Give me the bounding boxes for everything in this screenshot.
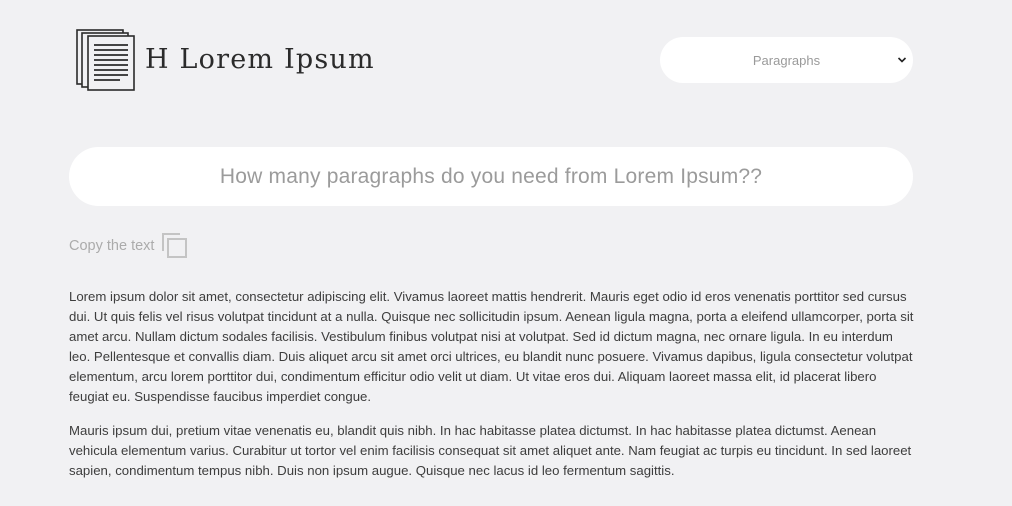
- copy-icon[interactable]: [161, 232, 188, 259]
- brand[interactable]: H Lorem Ipsum: [76, 29, 375, 91]
- paragraphs-select[interactable]: Paragraphs: [660, 37, 913, 83]
- chevron-down-icon: [897, 57, 907, 63]
- paragraph: Mauris ipsum dui, pretium vitae venenati…: [69, 423, 912, 478]
- brand-title: H Lorem Ipsum: [145, 43, 375, 75]
- page: H Lorem Ipsum Paragraphs How many paragr…: [0, 0, 1012, 506]
- select-value: Paragraphs: [752, 52, 821, 68]
- question-box[interactable]: How many paragraphs do you need from Lor…: [69, 147, 913, 206]
- question-text: How many paragraphs do you need from Lor…: [219, 164, 763, 188]
- copy-text-button[interactable]: Copy the text: [69, 232, 188, 259]
- document-stack-icon: [76, 29, 135, 91]
- paragraph: Lorem ipsum dolor sit amet, consectetur …: [69, 289, 914, 404]
- copy-label: Copy the text: [69, 237, 155, 254]
- lorem-text: Lorem ipsum dolor sit amet, consectetur …: [69, 287, 915, 495]
